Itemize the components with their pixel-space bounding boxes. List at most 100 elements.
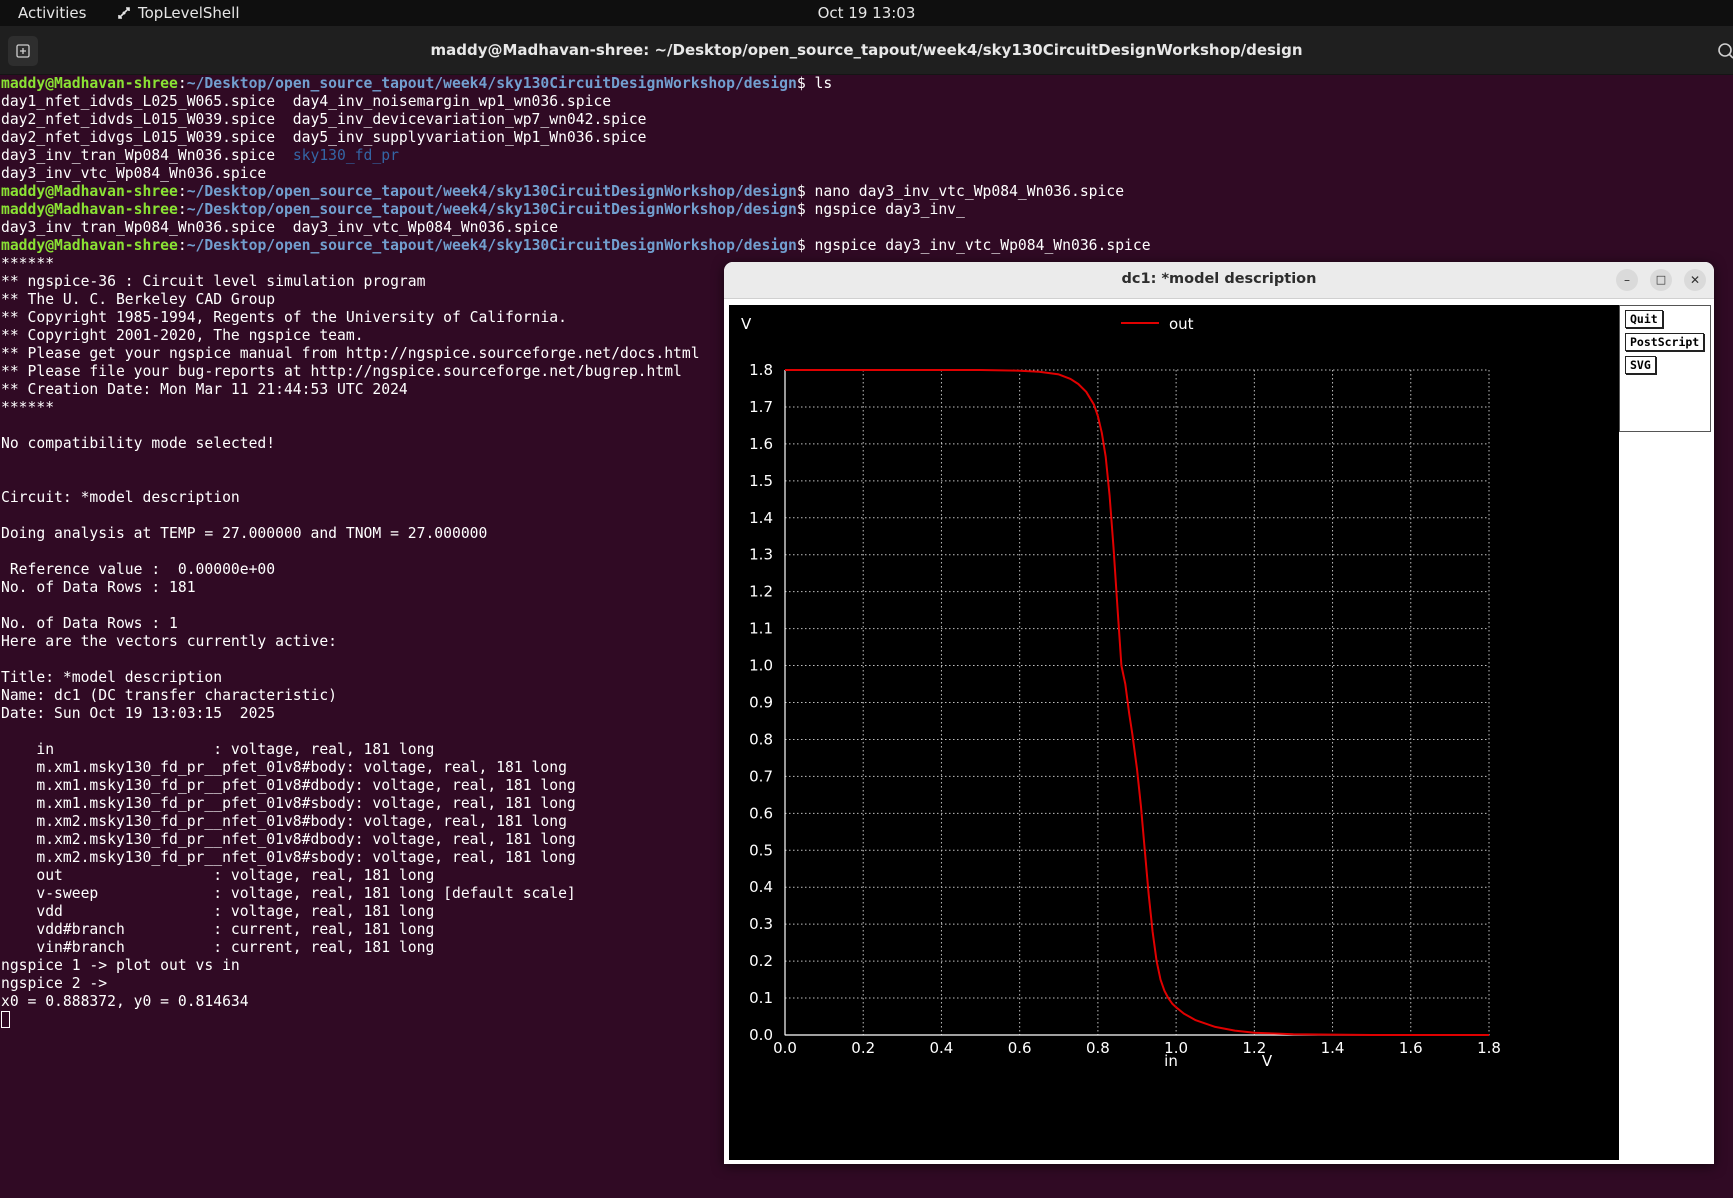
x-tick-label: 1.6 <box>1399 1039 1423 1057</box>
prompt-path: ~/Desktop/open_source_tapout/week4/sky13… <box>186 183 797 200</box>
maximize-button[interactable]: □ <box>1650 269 1672 291</box>
y-tick-label: 0.8 <box>749 730 773 748</box>
terminal-line: day3_inv_vtc_Wp084_Wn036.spice <box>0 165 1733 183</box>
y-tick-label: 1.8 <box>749 361 773 379</box>
terminal-cursor <box>1 1011 10 1028</box>
search-button[interactable] <box>1711 38 1733 64</box>
legend-label: out <box>1169 315 1194 333</box>
terminal-text: out : voltage, real, 181 long <box>1 867 435 884</box>
terminal-text: m.xm2.msky130_fd_pr__nfet_01v8#body: vol… <box>1 813 567 830</box>
y-tick-label: 1.5 <box>749 472 773 490</box>
terminal-line: maddy@Madhavan-shree:~/Desktop/open_sour… <box>1 201 965 218</box>
terminal-line: maddy@Madhavan-shree:~/Desktop/open_sour… <box>1 183 1125 200</box>
y-tick-label: 1.4 <box>749 509 773 527</box>
prompt-path: ~/Desktop/open_source_tapout/week4/sky13… <box>186 237 797 254</box>
terminal-text: day2_nfet_idvds_L015_W039.spice day5_inv… <box>1 111 647 128</box>
prompt-command: ngspice day3_inv_vtc_Wp084_Wn036.spice <box>814 237 1151 254</box>
y-tick-label: 1.3 <box>749 546 773 564</box>
terminal-text: Name: dc1 (DC transfer characteristic) <box>1 687 338 704</box>
x-tick-label: 1.4 <box>1321 1039 1345 1057</box>
postscript-button[interactable]: PostScript <box>1625 333 1705 351</box>
terminal-text: ****** <box>1 399 55 416</box>
directory-entry: sky130_fd_pr <box>292 147 399 164</box>
terminal-line: maddy@Madhavan-shree:~/Desktop/open_sour… <box>1 237 1151 254</box>
y-tick-label: 1.7 <box>749 398 773 416</box>
terminal-line: day3_inv_tran_Wp084_Wn036.spice sky130_f… <box>0 147 1733 165</box>
terminal-text: ngspice 2 -> <box>1 975 108 992</box>
prompt-command: ngspice day3_inv_ <box>814 201 965 218</box>
terminal-text: No compatibility mode selected! <box>1 435 276 452</box>
y-tick-label: 0.2 <box>749 952 773 970</box>
top-bar: Activities TopLevelShell Oct 19 13:03 <box>0 0 1733 26</box>
close-button[interactable]: ✕ <box>1684 269 1706 291</box>
y-tick-label: 0.7 <box>749 767 773 785</box>
terminal-text: No. of Data Rows : 181 <box>1 579 196 596</box>
x-axis-unit: V <box>1262 1052 1273 1070</box>
y-tick-label: 0.3 <box>749 915 773 933</box>
terminal-title: maddy@Madhavan-shree: ~/Desktop/open_sou… <box>430 41 1303 59</box>
terminal-text: ** Copyright 1985-1994, Regents of the U… <box>1 309 567 326</box>
terminal-text: m.xm1.msky130_fd_pr__pfet_01v8#dbody: vo… <box>1 777 576 794</box>
plot-background <box>729 305 1619 1160</box>
terminal-text: Title: *model description <box>1 669 223 686</box>
y-tick-label: 0.4 <box>749 878 773 896</box>
terminal-text: ** Please get your ngspice manual from h… <box>1 345 700 362</box>
terminal-text: vin#branch : current, real, 181 long <box>1 939 435 956</box>
y-tick-label: 0.0 <box>749 1026 773 1044</box>
terminal-line: day3_inv_tran_Wp084_Wn036.spice day3_inv… <box>0 219 1733 237</box>
prompt-command: ls <box>814 75 833 92</box>
terminal-text: m.xm1.msky130_fd_pr__pfet_01v8#sbody: vo… <box>1 795 576 812</box>
terminal-text: m.xm1.msky130_fd_pr__pfet_01v8#body: vol… <box>1 759 567 776</box>
y-tick-label: 1.6 <box>749 435 773 453</box>
terminal-text: ngspice 1 -> plot out vs in <box>1 957 240 974</box>
y-tick-label: 1.0 <box>749 657 773 675</box>
terminal-line: day2_nfet_idvds_L015_W039.spice day5_inv… <box>0 111 1733 129</box>
x-tick-label: 0.4 <box>930 1039 954 1057</box>
terminal-line: maddy@Madhavan-shree:~/Desktop/open_sour… <box>1 75 833 92</box>
y-tick-label: 0.5 <box>749 841 773 859</box>
terminal-text: ** ngspice-36 : Circuit level simulation… <box>1 273 426 290</box>
x-tick-label: 0.6 <box>1008 1039 1032 1057</box>
terminal-line: day2_nfet_idvgs_L015_W039.spice day5_inv… <box>0 129 1733 147</box>
terminal-text: m.xm2.msky130_fd_pr__nfet_01v8#sbody: vo… <box>1 849 576 866</box>
x-tick-label: 0.2 <box>851 1039 875 1057</box>
terminal-text: ** Please file your bug-reports at http:… <box>1 363 682 380</box>
terminal-text: ** The U. C. Berkeley CAD Group <box>1 291 276 308</box>
search-icon <box>1718 43 1733 59</box>
terminal-text: ** Creation Date: Mon Mar 11 21:44:53 UT… <box>1 381 408 398</box>
minimize-button[interactable]: – <box>1616 269 1638 291</box>
plot-canvas[interactable]: 0.0 0.2 0.4 0.6 0.8 1.0 1.2 1.4 1.6 1.8 0.0 0.1 0.2 0… <box>729 305 1619 1160</box>
terminal-text: Circuit: *model description <box>1 489 240 506</box>
terminal-text: ** Copyright 2001-2020, The ngspice team… <box>1 327 364 344</box>
prompt-user: maddy@Madhavan-shree <box>1 183 178 200</box>
x-tick-label: 0.0 <box>773 1039 797 1057</box>
y-tick-label: 0.9 <box>749 694 773 712</box>
prompt-user: maddy@Madhavan-shree <box>1 237 178 254</box>
prompt-user: maddy@Madhavan-shree <box>1 75 178 92</box>
terminal-line: day1_nfet_idvds_L025_W065.spice day4_inv… <box>0 93 1733 111</box>
svg-button[interactable]: SVG <box>1625 356 1656 374</box>
terminal-text: v-sweep : voltage, real, 181 long [defau… <box>1 885 576 902</box>
terminal-text: ****** <box>1 255 55 272</box>
plot-window-title: dc1: *model description <box>1121 271 1317 287</box>
terminal-text: day3_inv_tran_Wp084_Wn036.spice <box>1 147 293 164</box>
y-tick-label: 1.2 <box>749 583 773 601</box>
terminal-text: day3_inv_vtc_Wp084_Wn036.spice <box>1 165 267 182</box>
clock[interactable]: Oct 19 13:03 <box>0 4 1733 22</box>
x-axis-label: in <box>1164 1052 1178 1070</box>
terminal-text: day2_nfet_idvgs_L015_W039.spice day5_inv… <box>1 129 647 146</box>
terminal-text: day3_inv_tran_Wp084_Wn036.spice day3_inv… <box>1 219 559 236</box>
terminal-text: No. of Data Rows : 1 <box>1 615 178 632</box>
plot-window-titlebar[interactable]: dc1: *model description – □ ✕ <box>724 262 1714 299</box>
terminal-text: Date: Sun Oct 19 13:03:15 2025 <box>1 705 276 722</box>
y-tick-label: 0.6 <box>749 804 773 822</box>
quit-button[interactable]: Quit <box>1625 310 1663 328</box>
plot-window[interactable]: dc1: *model description – □ ✕ 0.0 0.2 0.4 0… <box>724 262 1714 1164</box>
terminal-text: Reference value : 0.00000e+00 <box>1 561 276 578</box>
terminal-text: Here are the vectors currently active: <box>1 633 338 650</box>
terminal-text: vdd : voltage, real, 181 long <box>1 903 435 920</box>
y-axis-label: V <box>741 315 752 333</box>
prompt-path: ~/Desktop/open_source_tapout/week4/sky13… <box>186 201 797 218</box>
y-tick-label: 0.1 <box>749 989 773 1007</box>
prompt-path: ~/Desktop/open_source_tapout/week4/sky13… <box>186 75 797 92</box>
